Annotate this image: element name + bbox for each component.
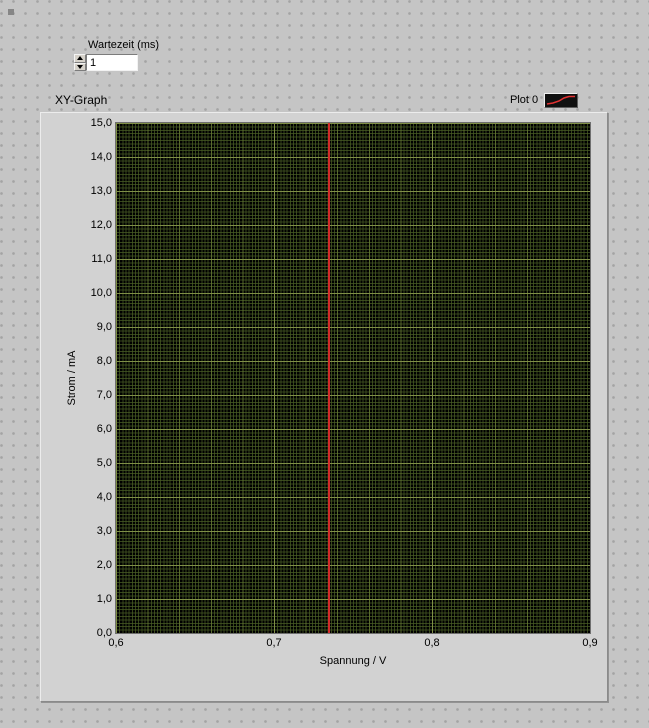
down-arrow-icon (77, 64, 83, 69)
y-tick-label: 13,0 (90, 185, 112, 197)
y-tick-label: 11,0 (91, 253, 112, 265)
up-arrow-icon (77, 56, 83, 61)
x-axis-label: Spannung / V (319, 655, 387, 667)
wait-time-input[interactable] (86, 54, 138, 71)
panel-origin-marker (8, 9, 14, 15)
x-tick-label: 0,6 (108, 637, 124, 649)
x-tick-label: 0,9 (582, 637, 598, 649)
y-tick-label: 5,0 (96, 457, 112, 469)
wait-time-label: Wartezeit (ms) (88, 39, 160, 51)
y-tick-label: 1,0 (96, 593, 112, 605)
labview-front-panel: Wartezeit (ms) XY-Graph Plot 0 Strom / m… (0, 0, 649, 728)
x-tick-label: 0,8 (424, 637, 440, 649)
y-tick-label: 15,0 (90, 117, 112, 129)
y-tick-label: 4,0 (96, 491, 112, 503)
y-tick-label: 10,0 (90, 287, 112, 299)
y-tick-label: 9,0 (96, 321, 112, 333)
plot-area[interactable] (115, 122, 591, 634)
y-tick-label: 14,0 (90, 151, 112, 163)
graph-title: XY-Graph (55, 93, 108, 107)
plot-line-sample-icon[interactable] (544, 92, 579, 108)
plot-legend-label: Plot 0 (510, 94, 539, 106)
y-tick-label: 6,0 (96, 423, 112, 435)
increment-button[interactable] (74, 54, 86, 63)
x-axis-ticks: 0,6 0,7 0,8 0,9 (96, 637, 610, 649)
increment-decrement-spinner (74, 54, 86, 71)
wait-time-control (74, 54, 138, 71)
y-tick-label: 7,0 (96, 389, 112, 401)
series-vertical-line (328, 123, 331, 633)
decrement-button[interactable] (74, 62, 86, 71)
x-tick-label: 0,7 (266, 637, 282, 649)
plot-legend[interactable]: Plot 0 (510, 91, 579, 109)
y-tick-label: 8,0 (96, 355, 112, 367)
y-tick-label: 3,0 (96, 525, 112, 537)
y-tick-label: 12,0 (90, 219, 112, 231)
xy-graph-panel: Strom / mA 15,0 14,0 13,0 12,0 11,0 10,0… (40, 112, 608, 702)
y-tick-label: 2,0 (96, 559, 112, 571)
y-axis-ticks: 15,0 14,0 13,0 12,0 11,0 10,0 9,0 8,0 7,… (69, 116, 112, 640)
